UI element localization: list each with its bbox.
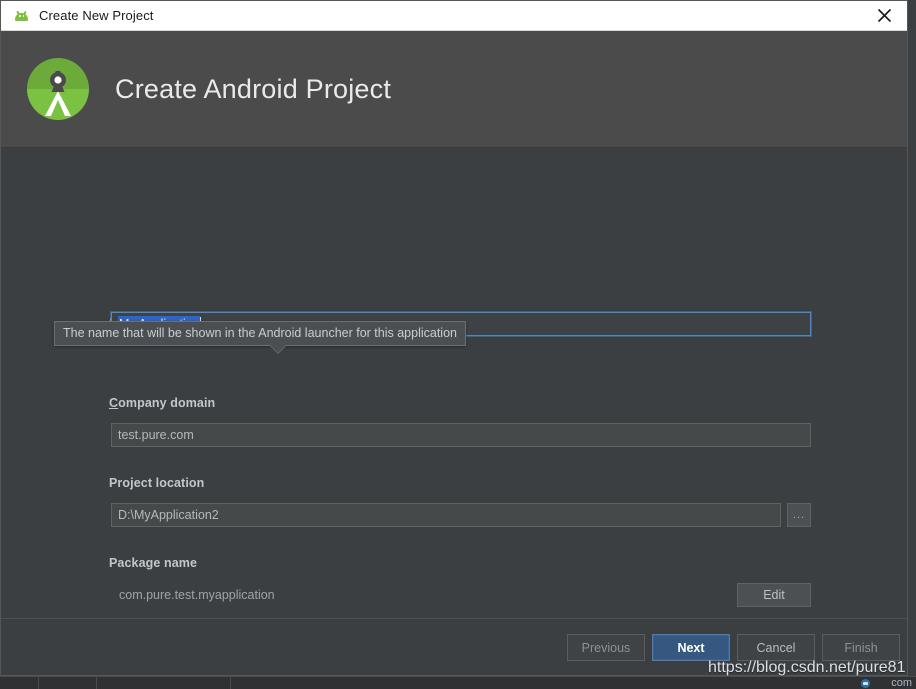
tooltip-text: The name that will be shown in the Andro… <box>63 326 457 340</box>
next-button-label: Next <box>677 640 705 655</box>
project-location-value: D:\MyApplication2 <box>118 508 219 522</box>
package-name-edit-button[interactable]: Edit <box>737 583 811 607</box>
screen: d p at d p e e e e nc nc nc c c np np np… <box>0 0 916 689</box>
finish-button-label: Finish <box>844 640 878 655</box>
company-domain-label-rest: ompany domain <box>118 396 216 410</box>
edit-button-label: Edit <box>763 588 785 602</box>
create-new-project-dialog: Create New Project Create Android Projec… <box>0 0 908 689</box>
finish-button[interactable]: Finish <box>822 634 900 661</box>
previous-button-label: Previous <box>581 640 631 655</box>
package-name-value: com.pure.test.myapplication <box>119 588 275 602</box>
cancel-button[interactable]: Cancel <box>737 634 815 661</box>
previous-button[interactable]: Previous <box>567 634 645 661</box>
android-studio-logo-icon <box>27 58 89 120</box>
project-location-input[interactable]: D:\MyApplication2 <box>111 503 781 527</box>
next-button[interactable]: Next <box>652 634 730 661</box>
tooltip-arrow-inner <box>270 345 286 353</box>
company-domain-label-mnemonic: C <box>109 396 119 410</box>
android-bugdroid-icon <box>13 10 30 21</box>
project-location-label: Project location <box>109 476 205 490</box>
application-name-tooltip: The name that will be shown in the Andro… <box>54 321 466 354</box>
cancel-button-label: Cancel <box>756 640 796 655</box>
taskbar-label: com <box>891 677 912 689</box>
page-title: Create Android Project <box>115 73 392 104</box>
ellipsis-icon: ... <box>792 509 806 521</box>
company-domain-label: Company domain <box>109 396 215 410</box>
close-icon[interactable] <box>861 1 907 30</box>
dialog-titlebar: Create New Project <box>1 1 907 31</box>
company-domain-value: test.pure.com <box>118 428 194 442</box>
dialog-body: Application name My Application Company … <box>1 148 907 689</box>
package-name-label: Package name <box>109 556 198 570</box>
project-location-browse-button[interactable]: ... <box>787 503 811 527</box>
dialog-title: Create New Project <box>39 8 154 23</box>
os-taskbar: com <box>0 676 916 689</box>
watermark: https://blog.csdn.net/pure81 <box>708 659 906 676</box>
chrome-icon[interactable] <box>861 679 870 688</box>
dialog-header: Create Android Project <box>1 31 907 148</box>
company-domain-input[interactable]: test.pure.com <box>111 423 811 447</box>
